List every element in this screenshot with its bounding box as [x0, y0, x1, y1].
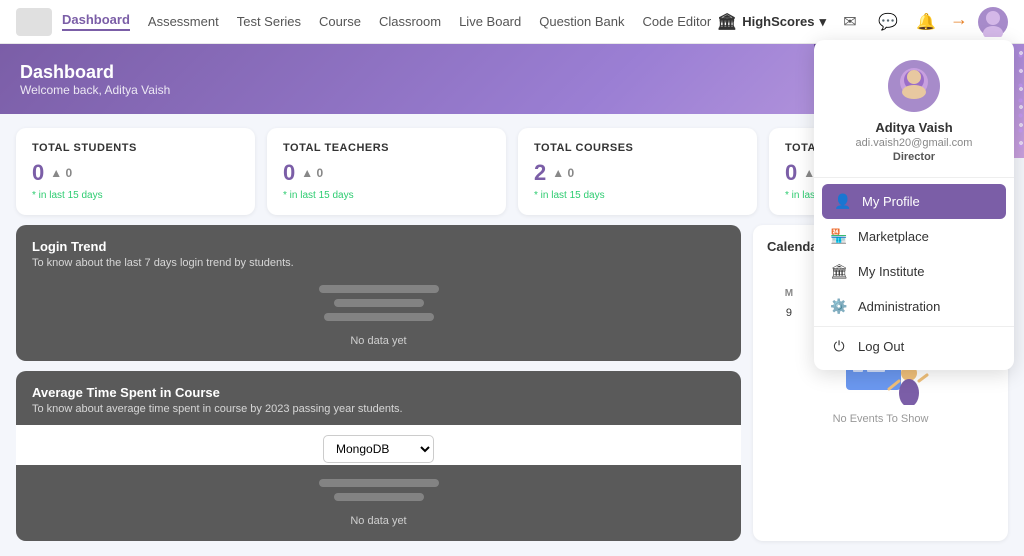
stat-note-students: * in last 15 days [32, 190, 239, 201]
bar-3 [324, 313, 434, 321]
cal-day-9[interactable]: 9 [767, 303, 811, 323]
brand-dropdown-arrow: ▾ [819, 14, 826, 30]
dropdown-item-my-profile[interactable]: 👤 My Profile [822, 184, 1006, 219]
avatar-icon [978, 7, 1008, 37]
brand-icon: 🏛 [717, 12, 737, 32]
nav-code-editor[interactable]: Code Editor [643, 14, 712, 29]
stat-card-teachers: TOTAL TEACHERS 0 ▲ 0 * in last 15 days [267, 128, 506, 215]
my-institute-icon: 🏛 [830, 263, 848, 280]
marketplace-icon: 🏪 [830, 228, 848, 245]
logout-label: Log Out [858, 339, 904, 354]
nav-links: Dashboard Assessment Test Series Course … [62, 12, 717, 31]
course-select-row: MongoDBJavaScriptPython [32, 435, 725, 463]
nav-live-board[interactable]: Live Board [459, 14, 521, 29]
nav-dashboard[interactable]: Dashboard [62, 12, 130, 31]
nav-assessment[interactable]: Assessment [148, 14, 219, 29]
topnav-right: 🏛 HighScores ▾ ✉ 💬 🔔 → [717, 7, 1008, 37]
nav-question-bank[interactable]: Question Bank [539, 14, 624, 29]
nav-course[interactable]: Course [319, 14, 361, 29]
stat-value-courses: 2 ▲ 0 [534, 160, 741, 186]
dropdown-profile-section: Aditya Vaish adi.vaish20@gmail.com Direc… [814, 40, 1014, 178]
dropdown-item-marketplace[interactable]: 🏪 Marketplace [814, 219, 1014, 254]
dropdown-user-email: adi.vaish20@gmail.com [856, 137, 973, 149]
stat-card-students: TOTAL STUDENTS 0 ▲ 0 * in last 15 days [16, 128, 255, 215]
header-subtitle: Welcome back, Aditya Vaish [20, 83, 170, 97]
dropdown-user-role: Director [893, 151, 935, 163]
avg-time-title: Average Time Spent in Course [32, 385, 725, 400]
my-profile-icon: 👤 [834, 193, 852, 210]
mail-icon[interactable]: ✉ [836, 8, 864, 36]
header-text: Dashboard Welcome back, Aditya Vaish [20, 62, 170, 97]
brand-button[interactable]: 🏛 HighScores ▾ [717, 12, 826, 32]
bar-1 [319, 285, 439, 293]
stat-card-courses: TOTAL COURSES 2 ▲ 0 * in last 15 days [518, 128, 757, 215]
course-select[interactable]: MongoDBJavaScriptPython [323, 435, 434, 463]
avg-time-no-data: No data yet [350, 515, 406, 527]
login-trend-no-data: No data yet [350, 335, 406, 347]
profile-arrow: → [950, 9, 968, 30]
nav-test-series[interactable]: Test Series [237, 14, 301, 29]
dropdown-items-list: 👤 My Profile 🏪 Marketplace 🏛 My Institut… [814, 178, 1014, 370]
stat-label-teachers: TOTAL TEACHERS [283, 142, 490, 154]
avg-bar-1 [319, 479, 439, 487]
dropdown-item-logout[interactable]: ⏻ Log Out [814, 329, 1014, 364]
dropdown-user-name: Aditya Vaish [875, 120, 952, 135]
avg-time-panel: Average Time Spent in Course To know abo… [16, 371, 741, 541]
stat-value-students: 0 ▲ 0 [32, 160, 239, 186]
marketplace-label: Marketplace [858, 229, 929, 244]
avg-bar-2 [334, 493, 424, 501]
dropdown-avatar [888, 60, 940, 112]
user-dropdown-menu: Aditya Vaish adi.vaish20@gmail.com Direc… [814, 40, 1014, 370]
page-title: Dashboard [20, 62, 170, 83]
notification-icon[interactable]: 🔔 [912, 8, 940, 36]
chat-icon[interactable]: 💬 [874, 8, 902, 36]
logout-icon: ⏻ [830, 338, 848, 355]
stat-label-students: TOTAL STUDENTS [32, 142, 239, 154]
stat-value-teachers: 0 ▲ 0 [283, 160, 490, 186]
avg-time-chart-area: No data yet [16, 465, 741, 541]
no-events-text: No Events To Show [767, 413, 994, 425]
dropdown-avatar-icon [888, 60, 940, 112]
top-navigation: Dashboard Assessment Test Series Course … [0, 0, 1024, 44]
administration-label: Administration [858, 299, 940, 314]
left-panels: Login Trend To know about the last 7 day… [16, 225, 741, 541]
my-institute-label: My Institute [858, 264, 924, 279]
avg-time-subtitle: To know about average time spent in cour… [32, 403, 725, 415]
dropdown-item-administration[interactable]: ⚙️ Administration [814, 289, 1014, 324]
app-logo [16, 8, 52, 36]
login-trend-body: No data yet [32, 285, 725, 347]
login-trend-subtitle: To know about the last 7 days login tren… [32, 257, 725, 269]
nav-classroom[interactable]: Classroom [379, 14, 441, 29]
my-profile-label: My Profile [862, 194, 920, 209]
login-trend-title: Login Trend [32, 239, 725, 254]
brand-name: HighScores [742, 14, 814, 29]
login-trend-panel: Login Trend To know about the last 7 day… [16, 225, 741, 361]
bar-2 [334, 299, 424, 307]
administration-icon: ⚙️ [830, 298, 848, 315]
stat-note-courses: * in last 15 days [534, 190, 741, 201]
dropdown-item-my-institute[interactable]: 🏛 My Institute [814, 254, 1014, 289]
stat-note-teachers: * in last 15 days [283, 190, 490, 201]
stat-label-courses: TOTAL COURSES [534, 142, 741, 154]
user-avatar[interactable] [978, 7, 1008, 37]
cal-header-m: M [767, 286, 811, 301]
dropdown-divider [814, 326, 1014, 327]
